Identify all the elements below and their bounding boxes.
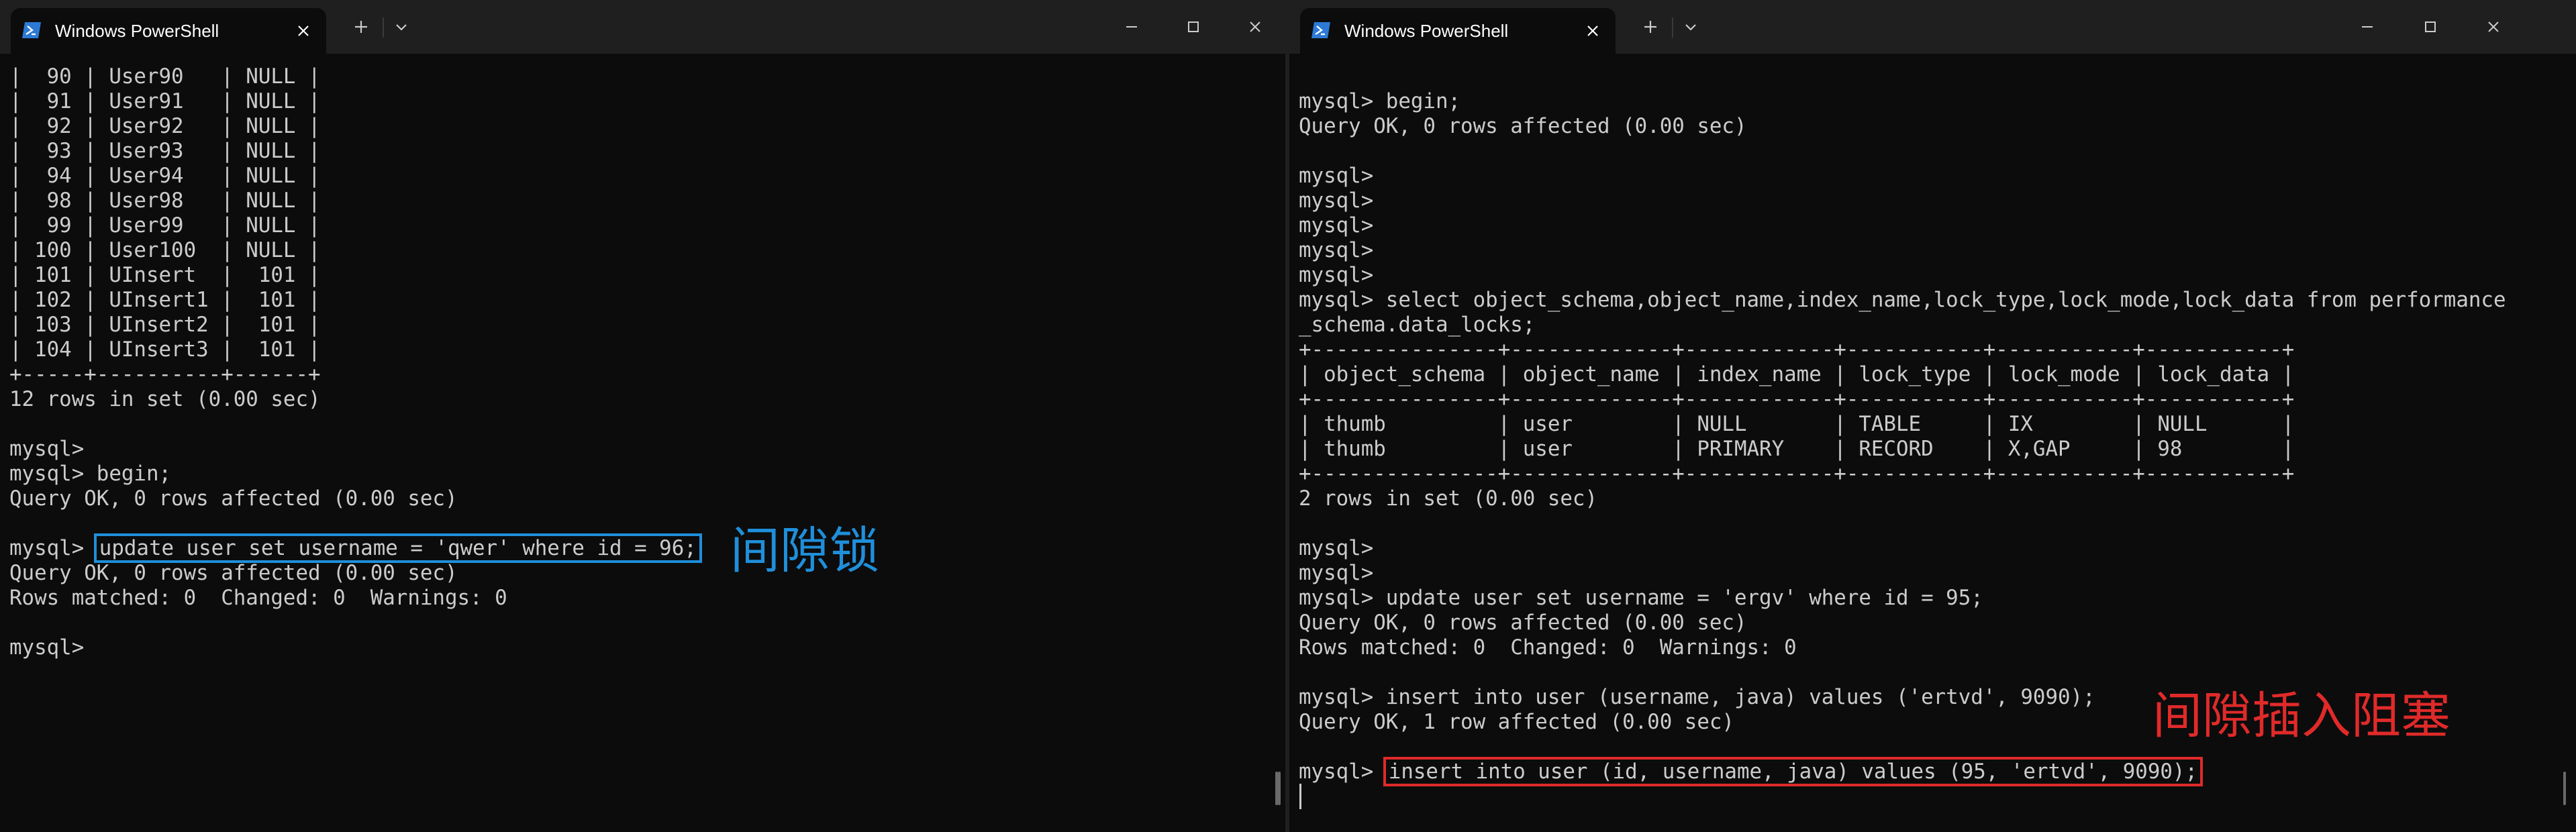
terminal-line: 12 rows in set (0.00 sec) [9,387,321,411]
divider-scrollbar [1278,772,1281,805]
terminal-line: mysql> update user set username = 'ergv'… [1299,586,1983,610]
terminal-line: | 100 | User100 | NULL | [9,238,321,262]
terminal-line: mysql> [1299,536,1374,560]
terminal-line: mysql> select object_schema,object_name,… [1299,288,2506,312]
text-cursor [1299,784,1301,809]
tab-powershell[interactable]: Windows PowerShell [1300,8,1616,54]
close-window-icon[interactable] [2480,13,2507,40]
terminal-line: | 102 | UInsert1 | 101 | [9,288,321,312]
close-window-icon[interactable] [1242,13,1269,40]
terminal-line: | thumb | user | NULL | TABLE | IX | NUL… [1299,412,2295,436]
close-tab-icon[interactable] [1582,20,1603,42]
prompt: mysql> [1299,760,1386,784]
terminal-line: +---------------+-------------+---------… [1299,462,2295,486]
terminal-output[interactable]: | 90 | User90 | NULL | | 91 | User91 | N… [9,64,1265,660]
terminal-line: mysql> [1299,189,1374,213]
minimize-icon[interactable] [2354,13,2381,40]
title-bar: Windows PowerShell [0,0,1285,54]
terminal-line: mysql> [1299,213,1374,238]
tab-powershell[interactable]: Windows PowerShell [11,8,326,54]
terminal-line: +---------------+-------------+---------… [1299,387,2295,411]
chevron-down-icon[interactable] [388,13,415,40]
terminal-output[interactable]: mysql> begin; Query OK, 0 rows affected … [1299,64,2556,784]
close-tab-icon[interactable] [293,20,314,42]
highlighted-command-line: mysql> update user set username = 'qwer'… [9,536,1265,561]
maximize-icon[interactable] [2417,13,2444,40]
minimize-icon[interactable] [1118,13,1145,40]
prompt: mysql> [9,536,97,560]
terminal-line: | 94 | User94 | NULL | [9,164,321,188]
terminal-line: Query OK, 0 rows affected (0.00 sec) [9,486,458,511]
right-terminal-window: Windows PowerShell mysql> begin; Query O… [1289,0,2576,832]
powershell-icon [22,22,41,38]
terminal-line: | 104 | UInsert3 | 101 | [9,337,321,362]
tab-title: Windows PowerShell [1344,21,1509,41]
terminal-line: Query OK, 0 rows affected (0.00 sec) [1299,114,1747,138]
highlighted-command: insert into user (id, username, java) va… [1386,760,2200,784]
new-tab-icon[interactable] [1637,13,1664,40]
terminal-line: | 92 | User92 | NULL | [9,114,321,138]
terminal-line: mysql> [1299,263,1374,287]
highlighted-command-line: mysql> insert into user (id, username, j… [1299,760,2556,784]
tab-separator [383,17,384,38]
terminal-line: 2 rows in set (0.00 sec) [1299,486,1597,511]
title-bar: Windows PowerShell [1289,0,2576,54]
powershell-icon [1311,22,1330,38]
left-terminal-window: Windows PowerShell | 90 | User90 | NULL … [0,0,1285,832]
terminal-line: | object_schema | object_name | index_na… [1299,362,2295,386]
terminal-line: Rows matched: 0 Changed: 0 Warnings: 0 [9,586,507,610]
terminal-line: mysql> [1299,164,1374,188]
terminal-line: | 90 | User90 | NULL | [9,64,321,89]
chevron-down-icon[interactable] [1677,13,1704,40]
tab-separator [1672,17,1673,38]
terminal-line: | 93 | User93 | NULL | [9,139,321,163]
terminal-line: +---------------+-------------+---------… [1299,337,2295,362]
terminal-line: mysql> begin; [9,462,172,486]
annotation-gap-insert-blocked: 间隙插入阻塞 [2152,687,2450,745]
terminal-line: mysql> [9,635,85,660]
terminal-line: | 91 | User91 | NULL | [9,89,321,113]
terminal-line: Query OK, 0 rows affected (0.00 sec) [1299,611,1747,635]
terminal-line: mysql> [1299,561,1374,585]
terminal-line: mysql> [9,437,85,461]
terminal-line: _schema.data_locks; [1299,313,1536,337]
terminal-line: | thumb | user | PRIMARY | RECORD | X,GA… [1299,437,2295,461]
terminal-line: mysql> begin; [1299,89,1461,113]
new-tab-icon[interactable] [348,13,375,40]
annotation-gap-lock: 间隙锁 [730,522,879,580]
terminal-line: | 103 | UInsert2 | 101 | [9,313,321,337]
terminal-line: | 99 | User99 | NULL | [9,213,321,238]
terminal-line: +-----+----------+------+ [9,362,321,386]
terminal-line: Query OK, 0 rows affected (0.00 sec) [9,561,458,585]
highlighted-command: update user set username = 'qwer' where … [97,536,699,560]
terminal-line: Rows matched: 0 Changed: 0 Warnings: 0 [1299,635,1797,660]
scrollbar[interactable] [2563,772,2566,805]
terminal-line: mysql> [1299,238,1374,262]
terminal-line: | 98 | User98 | NULL | [9,189,321,213]
tab-title: Windows PowerShell [55,21,219,41]
terminal-line: | 101 | UInsert | 101 | [9,263,321,287]
maximize-icon[interactable] [1180,13,1207,40]
